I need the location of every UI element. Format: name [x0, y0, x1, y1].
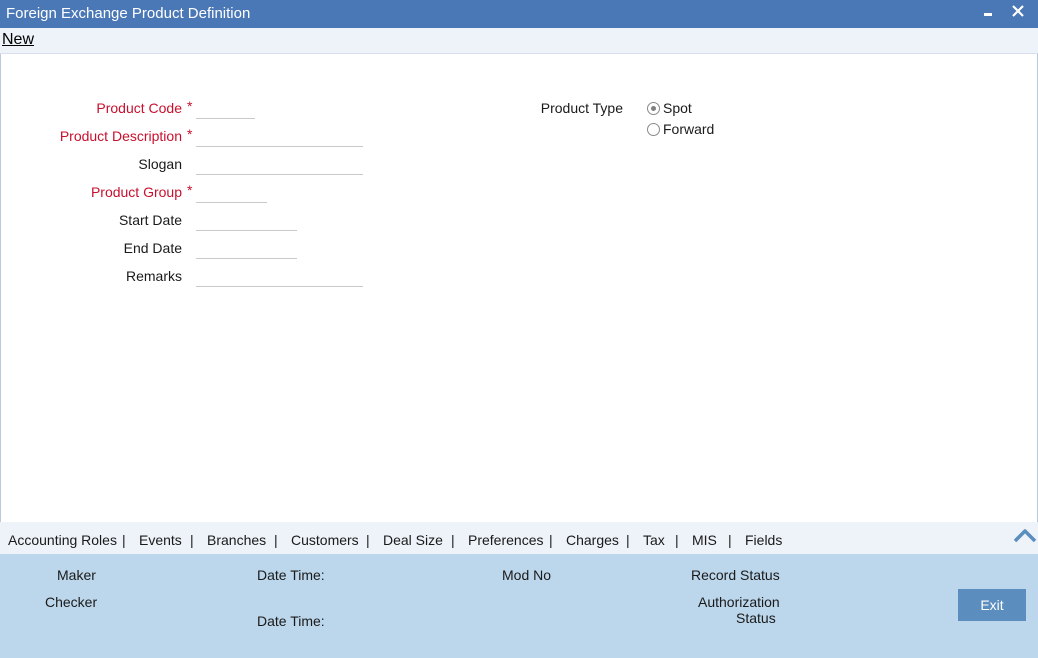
product-description-label: Product Description: [59, 128, 182, 144]
close-icon-glyph: [1012, 5, 1024, 17]
checker-label: Checker: [45, 594, 98, 610]
product-group-input[interactable]: [196, 183, 267, 203]
tab-separator: |: [675, 532, 679, 548]
tab-separator: |: [451, 532, 455, 548]
end-date-input[interactable]: [196, 239, 297, 259]
product-code-input[interactable]: [196, 99, 255, 119]
end-date-label: End Date: [123, 240, 182, 256]
maker-date-time-label: Date Time:: [257, 567, 325, 583]
window-title: Foreign Exchange Product Definition: [6, 5, 251, 22]
tab-accounting-roles[interactable]: Accounting Roles: [8, 532, 117, 548]
tab-separator: |: [549, 532, 553, 548]
slogan-input[interactable]: [196, 155, 363, 175]
minimize-icon-glyph: [984, 13, 992, 16]
tab-preferences[interactable]: Preferences: [468, 532, 543, 548]
mod-no-label: Mod No: [502, 567, 552, 583]
product-type-label: Product Type: [540, 100, 623, 116]
product-type-forward-option[interactable]: Forward: [647, 121, 714, 137]
authorization-status-label: Status: [736, 610, 776, 626]
slogan-label: Slogan: [138, 156, 182, 172]
new-link[interactable]: New: [2, 31, 34, 49]
main-form: Product Code * Product Description * Slo…: [0, 54, 1038, 522]
remarks-input[interactable]: [196, 267, 363, 287]
tab-separator: |: [366, 532, 370, 548]
chevron-up-icon[interactable]: [1013, 526, 1037, 544]
sub-screen-tabs: Accounting Roles | Events | Branches | C…: [0, 522, 1038, 554]
start-date-input[interactable]: [196, 211, 297, 231]
product-code-label: Product Code: [96, 100, 182, 116]
product-type-spot-option[interactable]: Spot: [647, 100, 692, 116]
authorization-label: Authorization: [698, 594, 780, 610]
exit-button[interactable]: Exit: [958, 589, 1026, 621]
tab-separator: |: [190, 532, 194, 548]
required-marker: *: [187, 126, 193, 142]
tab-deal-size[interactable]: Deal Size: [383, 532, 443, 548]
chevron-up-icon-glyph: [1013, 529, 1037, 543]
spot-radio[interactable]: [647, 101, 660, 115]
product-description-input[interactable]: [196, 127, 363, 147]
tab-mis[interactable]: MIS: [692, 532, 717, 548]
forward-radio[interactable]: [647, 122, 660, 136]
audit-footer: Maker Checker Date Time: Date Time: Mod …: [0, 554, 1038, 658]
remarks-label: Remarks: [125, 268, 182, 284]
required-marker: *: [187, 182, 193, 198]
start-date-label: Start Date: [118, 212, 182, 228]
tab-branches[interactable]: Branches: [207, 532, 266, 548]
tab-events[interactable]: Events: [139, 532, 182, 548]
close-icon[interactable]: [1008, 2, 1028, 24]
tab-separator: |: [626, 532, 630, 548]
spot-radio-label: Spot: [663, 100, 692, 116]
product-group-label: Product Group: [90, 184, 182, 200]
tab-charges[interactable]: Charges: [566, 532, 619, 548]
toolbar: New: [0, 28, 1038, 54]
tab-tax[interactable]: Tax: [643, 532, 665, 548]
tab-separator: |: [274, 532, 278, 548]
checker-date-time-label: Date Time:: [257, 613, 325, 629]
minimize-icon[interactable]: [978, 2, 998, 24]
maker-label: Maker: [57, 567, 96, 583]
tab-customers[interactable]: Customers: [291, 532, 359, 548]
window-title-bar: Foreign Exchange Product Definition: [0, 0, 1038, 28]
forward-radio-label: Forward: [663, 121, 715, 137]
tab-separator: |: [122, 532, 126, 548]
tab-separator: |: [728, 532, 732, 548]
required-marker: *: [187, 98, 193, 114]
record-status-label: Record Status: [691, 567, 780, 583]
tab-fields[interactable]: Fields: [745, 532, 782, 548]
